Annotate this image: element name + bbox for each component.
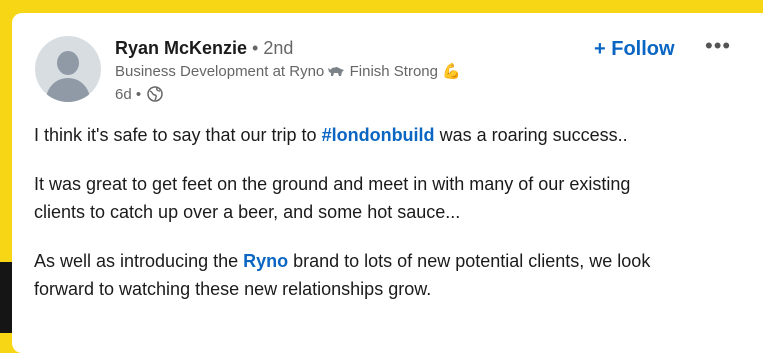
- post-card: Ryan McKenzie • 2nd Business Development…: [12, 13, 763, 353]
- avatar[interactable]: [35, 36, 101, 102]
- post-text: was a roaring success..: [434, 125, 628, 145]
- connection-degree: 2nd: [263, 38, 294, 58]
- post-body: I think it's safe to say that our trip t…: [34, 121, 749, 324]
- author-name[interactable]: Ryan McKenzie: [115, 38, 247, 58]
- more-icon[interactable]: •••: [705, 35, 739, 57]
- globe-icon: [147, 86, 164, 102]
- muscle-icon: 💪: [442, 63, 461, 80]
- mention-link[interactable]: Ryno: [243, 251, 288, 271]
- meta-separator: •: [131, 86, 146, 103]
- post-text: forward to watching these new relationsh…: [34, 279, 432, 299]
- avatar-head: [57, 51, 79, 75]
- post-paragraph-1: I think it's safe to say that our trip t…: [34, 121, 749, 149]
- author-header: Ryan McKenzie • 2nd: [115, 37, 293, 59]
- post-text: I think it's safe to say that our trip t…: [34, 125, 322, 145]
- post-paragraph-3: As well as introducing the Ryno brand to…: [34, 247, 749, 303]
- rhino-icon: [328, 67, 345, 76]
- post-text: clients to catch up over a beer, and som…: [34, 202, 461, 222]
- post-text: It was great to get feet on the ground a…: [34, 174, 631, 194]
- follow-button[interactable]: + Follow: [594, 37, 675, 61]
- headline-prefix: Business Development at Ryno: [115, 63, 329, 80]
- post-meta: 6d •: [115, 86, 164, 104]
- hashtag-link[interactable]: #londonbuild: [322, 125, 435, 145]
- separator: •: [247, 38, 264, 58]
- post-paragraph-2: It was great to get feet on the ground a…: [34, 170, 749, 226]
- avatar-body: [46, 78, 90, 102]
- headline-suffix: Finish Strong: [345, 63, 443, 80]
- post-text: As well as introducing the: [34, 251, 244, 271]
- post-text: brand to lots of new potential clients, …: [288, 251, 651, 271]
- post-time: 6d: [115, 86, 132, 103]
- author-headline: Business Development at Ryno Finish Stro…: [115, 63, 461, 81]
